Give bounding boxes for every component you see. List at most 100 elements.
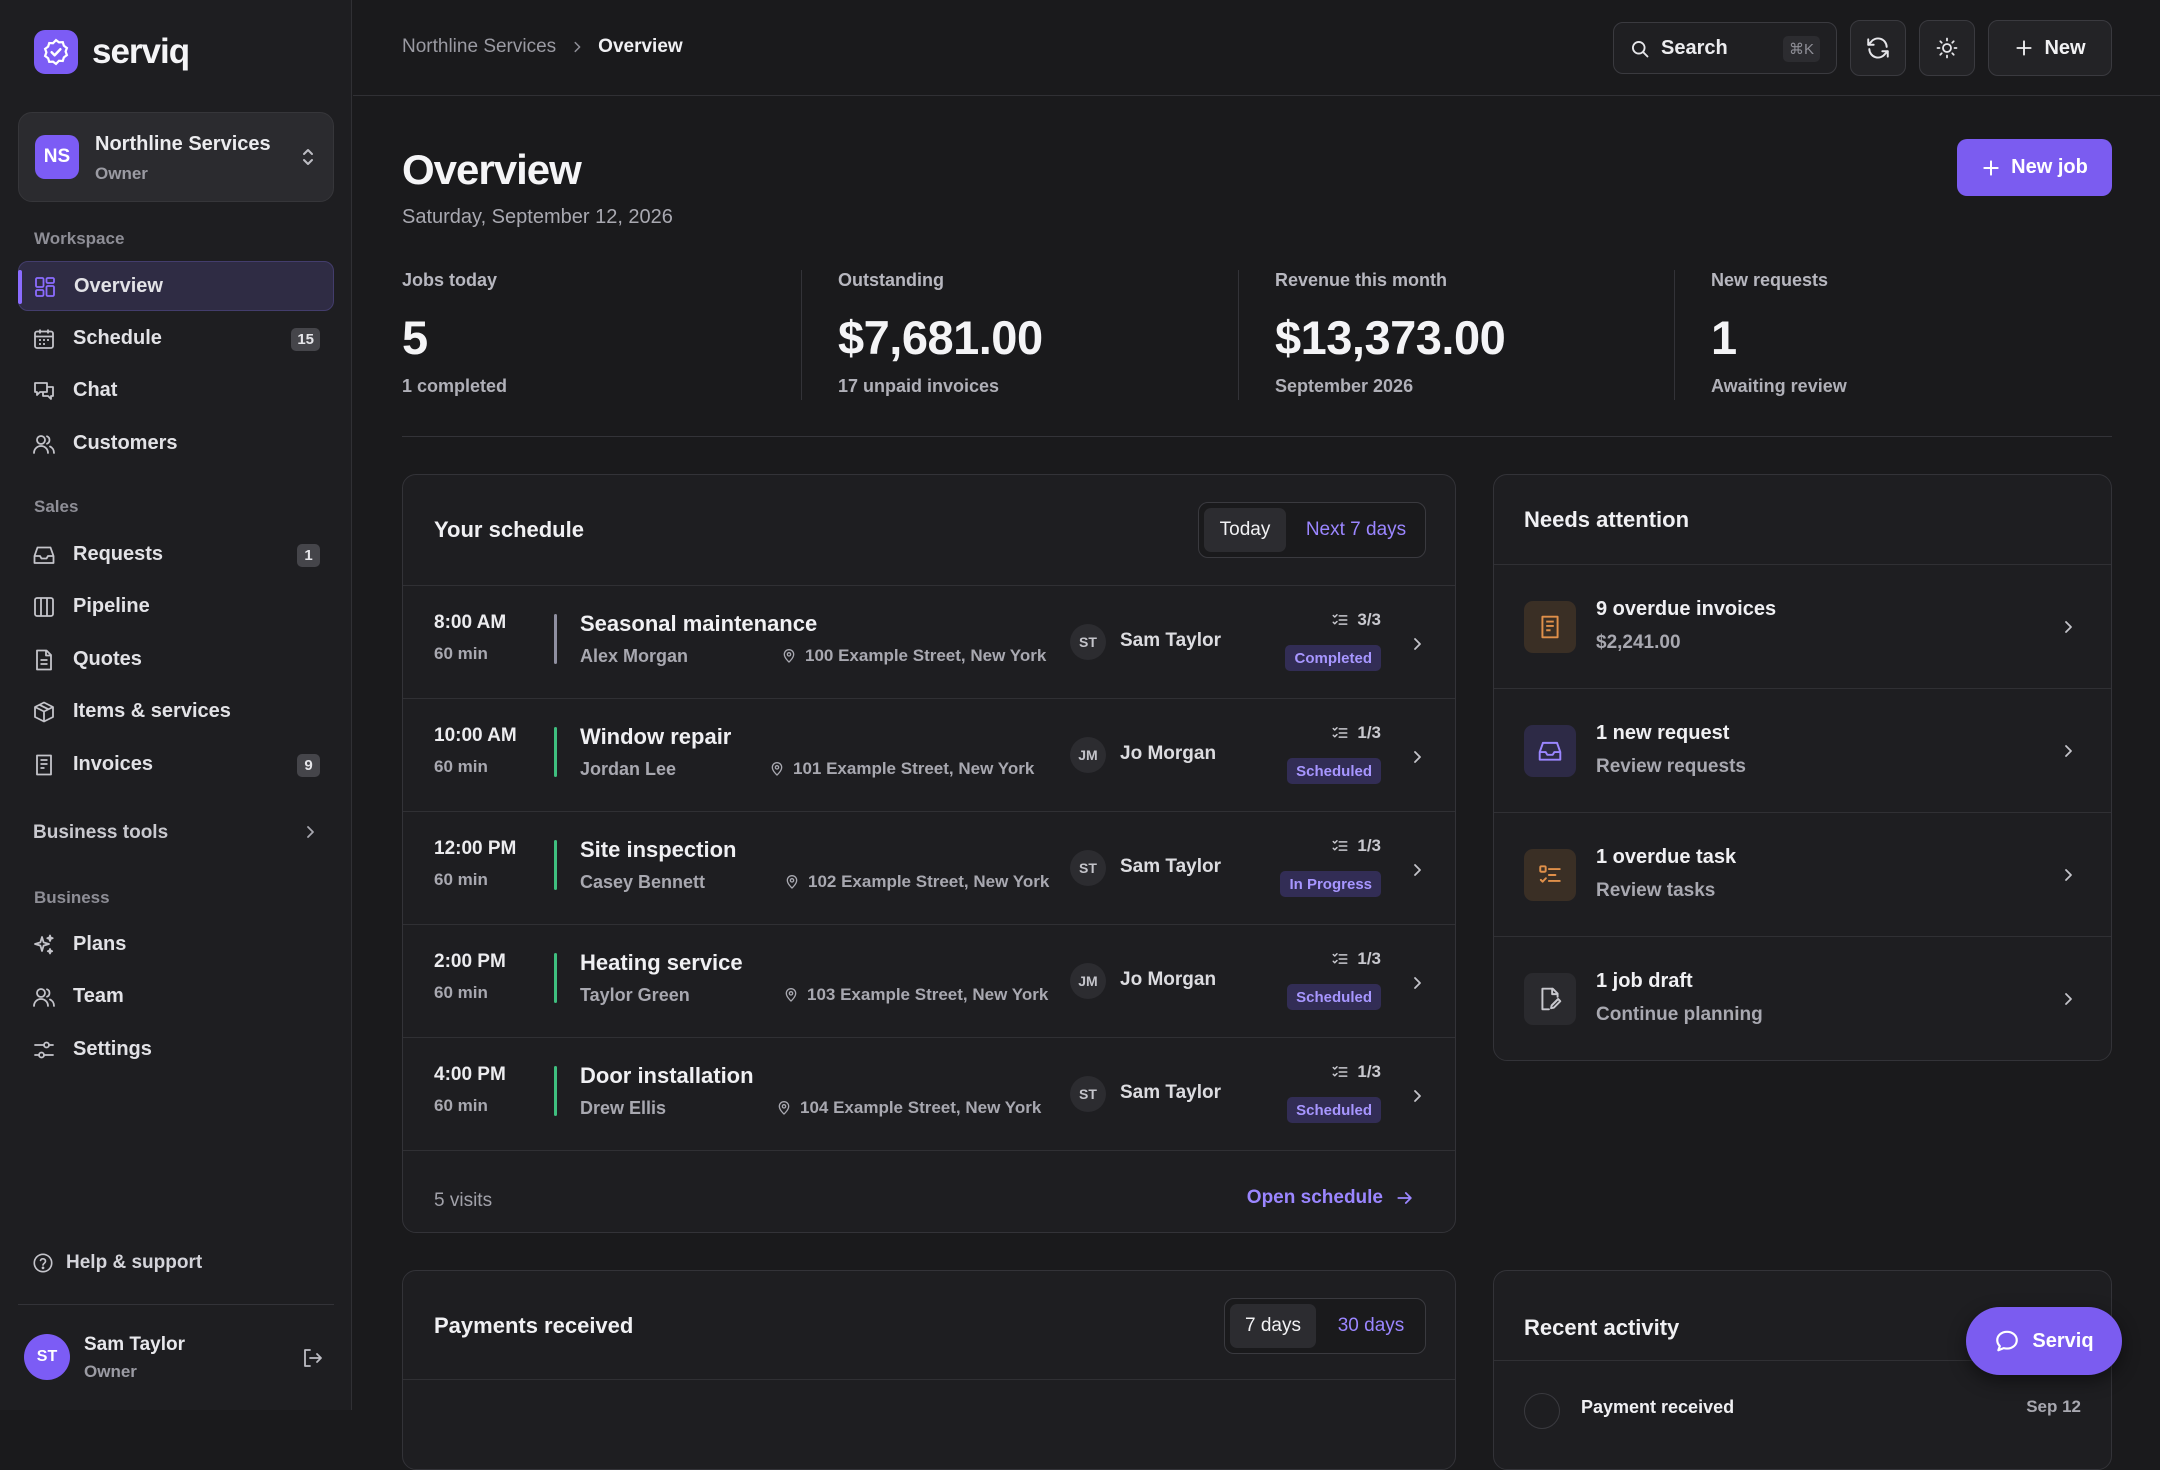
- schedule-row[interactable]: 4:00 PM 60 min Door installation Drew Ellis…: [403, 1037, 1455, 1150]
- job-title: Seasonal maintenance: [580, 611, 818, 636]
- sidebar-item-label: Settings: [73, 1038, 152, 1060]
- business-tools-toggle[interactable]: Business tools: [18, 812, 334, 852]
- open-schedule-link[interactable]: Open schedule: [1247, 1187, 1415, 1209]
- stat-sub: 17 unpaid invoices: [838, 376, 1000, 396]
- brand[interactable]: serviq: [34, 30, 190, 74]
- box-icon: [32, 700, 56, 724]
- address-text: 103 Example Street, New York: [807, 985, 1049, 1004]
- technician-name: Sam Taylor: [1120, 856, 1222, 877]
- plus-icon: [1983, 159, 1999, 176]
- stat-jobs-today: Jobs today 5 1 completed: [402, 270, 802, 402]
- location-pin-icon: [778, 1101, 790, 1115]
- divider: [403, 1379, 1455, 1380]
- avatar: JM: [1070, 737, 1106, 773]
- sidebar-item-label: Schedule: [73, 327, 162, 349]
- stat-label: Jobs today: [402, 270, 498, 290]
- attention-subtitle: $2,241.00: [1596, 632, 1681, 653]
- sun-icon: [1936, 37, 1958, 59]
- job-title: Window repair: [580, 724, 732, 749]
- location-pin-icon: [771, 762, 783, 776]
- stat-label: Revenue this month: [1275, 270, 1448, 290]
- checklist-icon: [1332, 953, 1348, 964]
- avatar: ST: [1070, 1076, 1106, 1112]
- attention-item[interactable]: 1 new request Review requests: [1494, 688, 2111, 812]
- sidebar-item-pipeline[interactable]: Pipeline: [18, 582, 334, 632]
- sidebar-item-plans[interactable]: Plans: [18, 920, 334, 970]
- stat-value: $13,373.00: [1275, 311, 1506, 364]
- stat-value: $7,681.00: [838, 311, 1043, 364]
- sidebar-item-settings[interactable]: Settings: [18, 1025, 334, 1075]
- activity-title: Payment received: [1581, 1397, 1735, 1417]
- tab-next-7-days[interactable]: Next 7 days: [1291, 508, 1421, 552]
- status-color-bar: [554, 953, 557, 1003]
- task-count: 1/3: [1357, 836, 1381, 855]
- org-role: Owner: [95, 164, 148, 183]
- schedule-row[interactable]: 10:00 AM 60 min Window repair Jordan Lee 101…: [403, 698, 1455, 811]
- technician-name: Jo Morgan: [1120, 743, 1217, 764]
- task-count: 1/3: [1357, 949, 1381, 968]
- chevron-right-icon: [302, 824, 318, 840]
- sidebar-item-requests[interactable]: Requests 1: [18, 530, 334, 580]
- status-badge: Scheduled: [1287, 984, 1381, 1010]
- sidebar-item-items-services[interactable]: Items & services: [18, 687, 334, 737]
- task-progress: 1/3: [1331, 836, 1381, 856]
- breadcrumb-org[interactable]: Northline Services: [402, 36, 556, 58]
- assistant-chat-button[interactable]: Serviq: [1966, 1307, 2122, 1375]
- org-switcher[interactable]: NS Northline Services Owner: [18, 112, 334, 202]
- refresh-button[interactable]: [1850, 20, 1906, 76]
- attention-title: 9 overdue invoices: [1596, 598, 1777, 620]
- theme-toggle-button[interactable]: [1919, 20, 1975, 76]
- chevron-right-icon: [1414, 638, 1421, 650]
- assistant-label: Serviq: [2032, 1329, 2094, 1352]
- search-button[interactable]: Search ⌘K: [1613, 22, 1837, 74]
- sidebar-item-label: Overview: [74, 275, 163, 297]
- breadcrumb: Northline Services Overview: [402, 36, 683, 58]
- sidebar-item-overview[interactable]: Overview: [18, 261, 334, 311]
- open-schedule-label: Open schedule: [1246, 1187, 1383, 1208]
- schedule-row[interactable]: 8:00 AM 60 min Seasonal maintenance Alex Mo…: [403, 585, 1455, 698]
- attention-item[interactable]: 9 overdue invoices $2,241.00: [1494, 564, 2111, 688]
- address-text: 100 Example Street, New York: [805, 646, 1047, 665]
- invoice-icon: [1524, 601, 1576, 653]
- schedule-row[interactable]: 12:00 PM 60 min Site inspection Casey Benne…: [403, 811, 1455, 924]
- user-profile[interactable]: ST Sam Taylor Owner: [24, 1334, 324, 1384]
- sidebar-item-team[interactable]: Team: [18, 972, 334, 1022]
- new-job-button[interactable]: New job: [1957, 139, 2112, 196]
- tab-30-days[interactable]: 30 days: [1321, 1304, 1421, 1348]
- tab-7-days[interactable]: 7 days: [1230, 1304, 1316, 1348]
- tab-today[interactable]: Today: [1204, 508, 1286, 552]
- sidebar-item-schedule[interactable]: Schedule 15: [18, 314, 334, 364]
- visit-time: 12:00 PM: [434, 838, 517, 859]
- attention-item[interactable]: 1 overdue task Review tasks: [1494, 812, 2111, 936]
- sidebar-item-invoices[interactable]: Invoices 9: [18, 740, 334, 790]
- sidebar-item-chat[interactable]: Chat: [18, 366, 334, 416]
- chevron-right-icon: [1414, 1090, 1421, 1102]
- visit-count: 5 visits: [434, 1190, 493, 1211]
- job-address: 104 Example Street, New York: [776, 1098, 1041, 1118]
- users-icon: [32, 432, 56, 456]
- new-button[interactable]: New: [1988, 20, 2112, 76]
- attention-item[interactable]: 1 job draft Continue planning: [1494, 936, 2111, 1060]
- job-title: Site inspection: [580, 837, 737, 862]
- sparkle-icon: [32, 933, 56, 957]
- stat-value: 1: [1711, 311, 1737, 364]
- logout-icon[interactable]: [300, 1346, 324, 1370]
- inbox-icon: [1524, 725, 1576, 777]
- technician-name: Sam Taylor: [1120, 1082, 1222, 1103]
- plus-icon: [2016, 40, 2033, 56]
- attention-title: 1 new request: [1596, 722, 1730, 744]
- avatar: JM: [1070, 963, 1106, 999]
- schedule-row[interactable]: 2:00 PM 60 min Heating service Taylor Green…: [403, 924, 1455, 1037]
- topbar: Northline Services Overview Search ⌘K Ne…: [353, 0, 2160, 96]
- sidebar-item-customers[interactable]: Customers: [18, 419, 334, 469]
- checklist-icon: [1332, 727, 1348, 738]
- users-icon: [32, 985, 56, 1009]
- help-support-link[interactable]: Help & support: [32, 1252, 202, 1274]
- schedule-range-toggle: Today Next 7 days: [1198, 502, 1426, 558]
- job-address: 102 Example Street, New York: [784, 872, 1049, 892]
- card-title: Payments received: [434, 1313, 634, 1338]
- columns-icon: [32, 595, 56, 619]
- task-count: 1/3: [1357, 1062, 1381, 1081]
- sidebar-item-quotes[interactable]: Quotes: [18, 635, 334, 685]
- status-color-bar: [554, 614, 557, 664]
